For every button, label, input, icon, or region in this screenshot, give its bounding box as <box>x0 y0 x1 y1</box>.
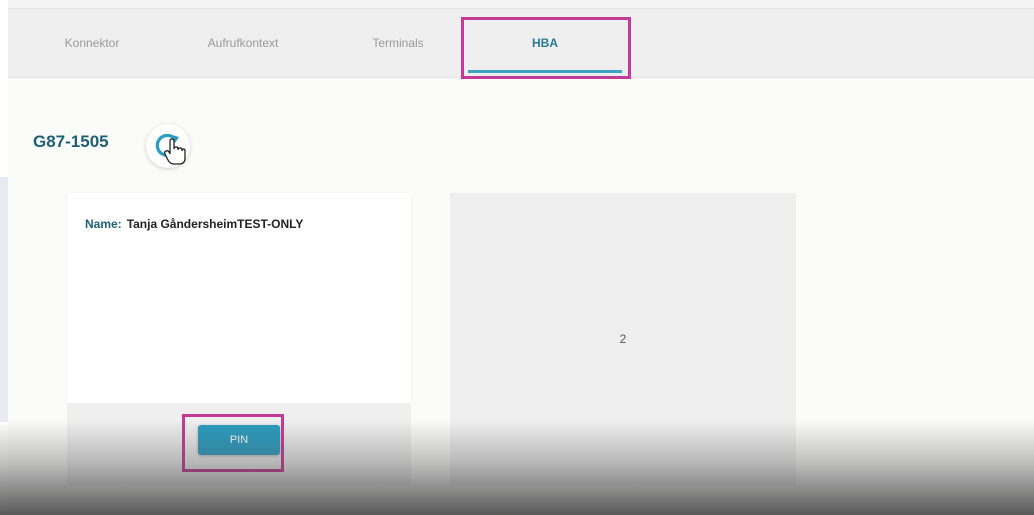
name-value: Tanja GåndersheimTEST-ONLY <box>126 217 304 231</box>
tab-terminals[interactable]: Terminals <box>328 9 468 77</box>
card-footer: PIN <box>67 403 411 485</box>
card-slot-2: 2 <box>450 193 796 485</box>
hba-card: Name: Tanja GåndersheimTEST-ONLY <box>67 193 411 403</box>
name-label: Name: <box>85 217 122 231</box>
hand-cursor-icon <box>164 138 186 165</box>
left-edge-panel <box>0 177 8 422</box>
refresh-button[interactable] <box>146 124 190 168</box>
tab-bar: Konnektor Aufrufkontext Terminals HBA <box>8 9 1034 78</box>
tab-konnektor[interactable]: Konnektor <box>22 9 162 77</box>
app-window: Konnektor Aufrufkontext Terminals HBA G8… <box>8 0 1034 515</box>
tab-hba[interactable]: HBA <box>468 9 622 77</box>
slot-number: 2 <box>619 332 627 346</box>
page-title: G87-1505 <box>33 132 109 151</box>
tab-aufrufkontext[interactable]: Aufrufkontext <box>168 9 318 77</box>
pin-button[interactable]: PIN <box>198 425 280 455</box>
card-name-row: Name: Tanja GåndersheimTEST-ONLY <box>85 217 303 231</box>
top-bar <box>8 0 1034 9</box>
